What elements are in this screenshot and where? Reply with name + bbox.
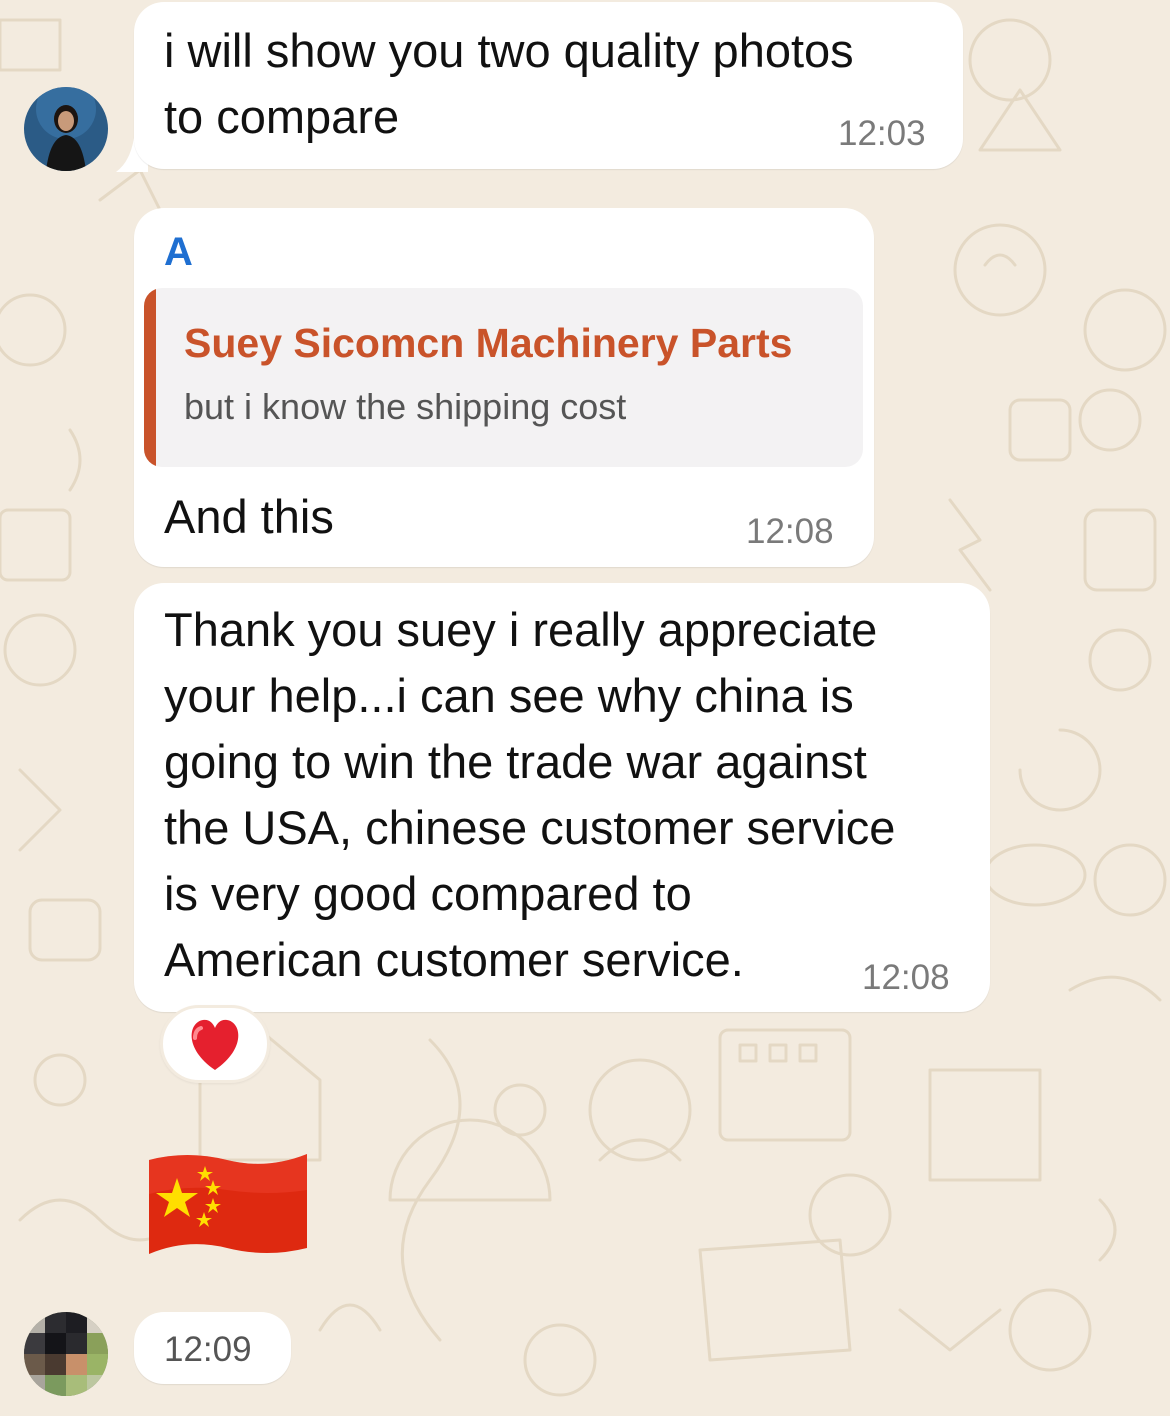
avatar[interactable] [24,1312,108,1396]
quoted-message[interactable]: Suey Sicomcn Machinery Parts but i know … [144,288,863,467]
message-time: 12:09 [164,1330,252,1369]
china-flag-sticker[interactable] [147,1150,309,1264]
message-line: going to win the trade war against [164,735,867,788]
message-time: 12:03 [838,114,926,153]
heart-icon [191,1019,239,1070]
quote-text: but i know the shipping cost [184,386,627,427]
message-text: to compare [164,90,400,143]
message-line: your help...i can see why china is [164,669,854,722]
message-line: is very good compared to [164,867,692,920]
avatar-photo [24,1312,108,1396]
message-time: 12:08 [746,512,834,551]
message-line: American customer service. [164,933,744,986]
message-text: And this [164,490,334,543]
avatar-photo [24,87,108,171]
message-bubble[interactable]: Thank you suey i really appreciate your … [134,583,990,1012]
quote-author: Suey Sicomcn Machinery Parts [184,320,793,366]
sender-name[interactable]: A [164,230,193,275]
message-line: Thank you suey i really appreciate [164,603,878,656]
message-bubble[interactable]: A Suey Sicomcn Machinery Parts but i kno… [134,208,874,567]
message-line: the USA, chinese customer service [164,801,896,854]
message-text: i will show you two quality photos [164,24,854,77]
message-time: 12:08 [862,958,950,997]
reaction-badge[interactable] [160,1005,270,1083]
quote-accent-bar [144,288,156,467]
avatar[interactable] [24,87,108,171]
message-bubble[interactable]: i will show you two quality photos to co… [134,2,963,169]
time-bubble[interactable]: 12:09 [134,1312,291,1384]
